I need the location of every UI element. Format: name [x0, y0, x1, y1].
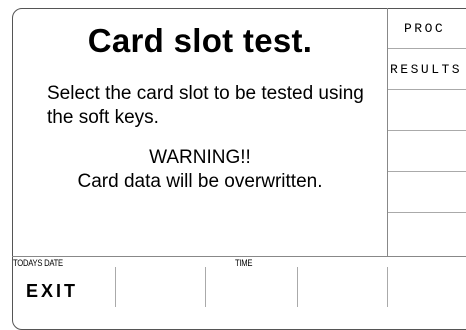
- softkey-column: PROC RESULTS: [388, 8, 466, 256]
- softkey-results[interactable]: RESULTS: [388, 49, 466, 90]
- bottom-softkey-5[interactable]: [388, 267, 466, 307]
- exit-label: EXIT: [26, 281, 79, 301]
- warning-message: Card data will be overwritten.: [77, 171, 323, 192]
- instruction-text: Select the card slot to be tested using …: [47, 83, 364, 128]
- bottom-softkey-2[interactable]: [116, 267, 206, 307]
- main-panel: Card slot test. Select the card slot to …: [12, 8, 388, 256]
- bottom-softkey-row: EXIT: [12, 267, 466, 307]
- softkey-4[interactable]: [388, 131, 466, 172]
- screen-title: Card slot test.: [87, 22, 313, 59]
- softkey-6[interactable]: [388, 213, 466, 254]
- exit-button[interactable]: EXIT: [12, 267, 116, 307]
- status-divider: [12, 256, 466, 257]
- softkey-3[interactable]: [388, 90, 466, 131]
- warning-block: WARNING!! Card data will be overwritten.: [12, 146, 388, 194]
- bottom-softkey-4[interactable]: [298, 267, 388, 307]
- warning-heading: WARNING!!: [149, 147, 251, 168]
- bottom-softkey-3[interactable]: [206, 267, 298, 307]
- softkey-proc[interactable]: PROC: [388, 8, 466, 49]
- softkey-5[interactable]: [388, 172, 466, 213]
